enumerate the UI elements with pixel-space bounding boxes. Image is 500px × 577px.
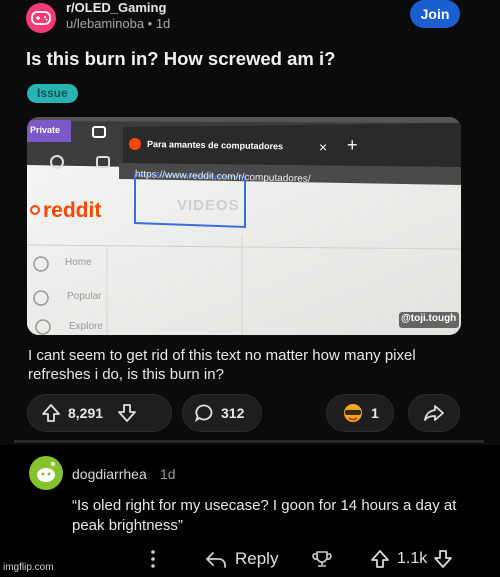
comment-username[interactable]: dogdiarrhea <box>72 466 147 482</box>
photo-credit: @toji.tough <box>401 313 457 324</box>
nav-popular: Popular <box>67 291 102 302</box>
downvote-icon[interactable] <box>117 403 137 423</box>
reply-button[interactable]: Reply <box>205 549 278 569</box>
comments-button[interactable]: 312 <box>182 394 262 432</box>
reply-label: Reply <box>235 549 279 568</box>
comment-vote-count: 1.1k <box>397 550 428 567</box>
post-body[interactable]: I cant seem to get rid of this text no m… <box>28 346 468 384</box>
imgflip-watermark: imgflip.com <box>3 562 54 573</box>
trophy-icon <box>312 551 332 567</box>
reddit-logo: reddit <box>43 199 102 222</box>
award-icon <box>344 404 362 422</box>
comment-vote-bar: 1.1k <box>370 549 453 569</box>
upvote-count: 8,291 <box>68 405 104 421</box>
divider <box>14 440 484 443</box>
browser-new-tab: + <box>347 135 358 155</box>
nav-explore: Explore <box>69 321 103 332</box>
downvote-icon[interactable] <box>433 549 453 569</box>
award-comment-button[interactable] <box>312 549 332 569</box>
comment-avatar[interactable] <box>29 456 63 490</box>
share-icon <box>424 405 444 421</box>
post-card: r/OLED_Gaming u/lebaminoba • 1d Join Is … <box>0 0 500 445</box>
comment-time: 1d <box>160 466 176 482</box>
comment-text: “Is oled right for my usecase? I goon fo… <box>72 497 457 534</box>
comment-icon <box>194 404 213 423</box>
subreddit-name[interactable]: r/OLED_Gaming <box>66 0 166 15</box>
browser-private-label: Private <box>30 125 61 135</box>
subreddit-avatar[interactable] <box>26 3 56 33</box>
post-flair[interactable]: Issue <box>27 84 78 103</box>
gamepad-icon <box>31 11 51 25</box>
reply-icon <box>206 552 226 568</box>
share-button[interactable] <box>408 394 460 432</box>
award-button[interactable]: 1 <box>326 394 394 432</box>
upvote-icon[interactable] <box>41 403 61 423</box>
burned-in-text: VIDEOS <box>177 197 240 214</box>
award-count: 1 <box>371 405 379 421</box>
vote-bar: 8,291 <box>27 394 172 432</box>
nav-home: Home <box>65 257 92 268</box>
more-icon <box>151 550 155 568</box>
more-options-button[interactable] <box>150 549 156 569</box>
post-meta[interactable]: u/lebaminoba • 1d <box>66 16 170 31</box>
join-button[interactable]: Join <box>410 0 460 28</box>
browser-tab-close: × <box>319 139 328 155</box>
comment-count: 312 <box>221 405 245 421</box>
tab-favicon-icon <box>129 138 141 150</box>
snoo-avatar-icon <box>37 462 55 482</box>
post-image[interactable]: Private Para amantes de computadores × +… <box>27 117 461 335</box>
post-title[interactable]: Is this burn in? How screwed am i? <box>26 48 335 70</box>
upvote-icon[interactable] <box>370 549 390 569</box>
